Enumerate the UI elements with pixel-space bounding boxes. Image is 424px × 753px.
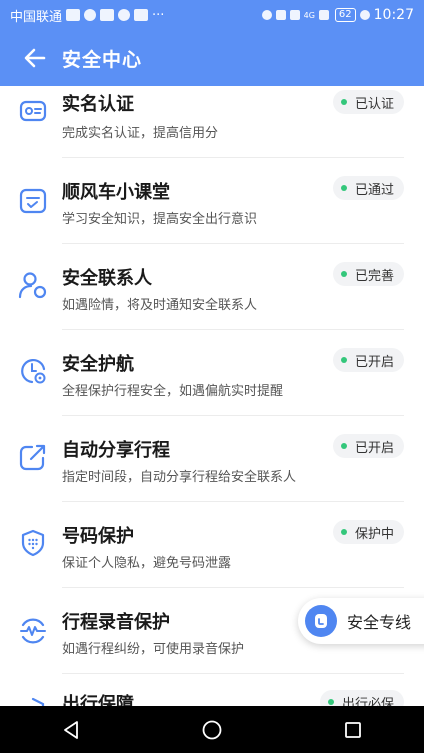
- item-title: 号码保护: [62, 526, 134, 547]
- classroom-icon: [19, 188, 47, 214]
- status-badge: 已通过: [332, 176, 404, 200]
- status-badge: 已开启: [332, 434, 404, 458]
- status-text: 已认证: [354, 96, 394, 112]
- item-title: 自动分享行程: [62, 440, 170, 461]
- contact-icon: [18, 272, 47, 299]
- header: 安全中心: [0, 30, 424, 86]
- location-icon: [261, 10, 272, 20]
- safety-hotline-label: 安全专线: [347, 613, 412, 632]
- item-title: 实名认证: [62, 94, 134, 115]
- status-text: 保护中: [354, 526, 394, 542]
- recording-icon: [20, 618, 46, 644]
- status-text: 已完善: [354, 268, 394, 284]
- item-desc: 学习安全知识，提高安全出行意识: [62, 212, 258, 227]
- battery-level: 62: [334, 8, 356, 22]
- nav-back-icon[interactable]: [60, 719, 82, 741]
- message-icon: [118, 9, 131, 21]
- android-nav-bar: [0, 706, 424, 753]
- app-notification-icon: [84, 9, 97, 21]
- item-desc: 完成实名认证，提高信用分: [62, 126, 219, 141]
- wifi-icon: [289, 10, 300, 20]
- status-text: 已开启: [354, 354, 394, 370]
- status-dot: [340, 99, 347, 105]
- item-desc: 全程保护行程安全，如遇偏航实时提醒: [62, 384, 284, 399]
- status-text: 已通过: [354, 182, 394, 198]
- list-item-auto-share[interactable]: 自动分享行程 指定时间段，自动分享行程给安全联系人 已开启: [0, 416, 424, 502]
- id-card-icon: [19, 100, 47, 122]
- guarantee-icon: [31, 697, 45, 706]
- item-desc: 指定时间段，自动分享行程给安全联系人: [62, 470, 297, 485]
- status-dot: [340, 357, 347, 363]
- status-text: 已开启: [354, 440, 394, 456]
- signal-icon: [318, 10, 329, 20]
- back-arrow-icon[interactable]: [22, 45, 48, 71]
- page-title: 安全中心: [62, 48, 143, 71]
- phone-icon: [305, 605, 337, 637]
- status-text: 出行必保: [341, 696, 394, 707]
- item-desc: 如遇险情，将及时通知安全联系人: [62, 298, 258, 313]
- item-desc: 保证个人隐私，避免号码泄露: [62, 556, 232, 571]
- item-title: 安全联系人: [62, 268, 152, 289]
- list-item-classroom[interactable]: 顺风车小课堂 学习安全知识，提高安全出行意识 已通过: [0, 158, 424, 244]
- status-dot: [340, 443, 347, 449]
- shield-icon: [21, 529, 45, 557]
- escort-icon: [21, 359, 46, 384]
- eye-icon: [275, 10, 286, 20]
- item-title: 顺风车小课堂: [62, 182, 170, 203]
- nav-recents-icon[interactable]: [342, 719, 364, 741]
- network-type: 4G: [303, 10, 315, 20]
- status-badge: 保护中: [332, 520, 404, 544]
- item-title: 出行保障: [62, 694, 134, 706]
- item-title: 安全护航: [62, 354, 134, 375]
- list-item-travel-guarantee[interactable]: 出行保障 出行必保: [0, 674, 424, 706]
- app-notification-icon: [100, 9, 115, 21]
- list-item-number-protection[interactable]: 号码保护 保证个人隐私，避免号码泄露 保护中: [0, 502, 424, 588]
- item-title: 行程录音保护: [62, 612, 170, 633]
- clock: 10:27: [373, 7, 414, 23]
- list-item-emergency-contact[interactable]: 安全联系人 如遇险情，将及时通知安全联系人 已完善: [0, 244, 424, 330]
- safety-hotline-button[interactable]: 安全专线: [298, 598, 424, 644]
- status-badge: 已完善: [332, 262, 404, 286]
- status-dot: [340, 529, 347, 535]
- nav-home-icon[interactable]: [201, 719, 223, 741]
- more-notifications-icon: ···: [152, 7, 165, 23]
- top-bar: 中国联通 ··· 4G 62 10:27 安全中心: [0, 0, 424, 86]
- app-notification-icon: [66, 9, 81, 21]
- list-item-escort[interactable]: 安全护航 全程保护行程安全，如遇偏航实时提醒 已开启: [0, 330, 424, 416]
- app-notification-icon: [134, 9, 149, 21]
- leaf-icon: [359, 10, 370, 20]
- status-dot: [340, 185, 347, 191]
- share-icon: [19, 444, 46, 471]
- status-bar: 中国联通 ··· 4G 62 10:27: [0, 0, 424, 30]
- status-dot: [327, 699, 334, 705]
- carrier-label: 中国联通: [10, 9, 63, 25]
- status-badge: 出行必保: [319, 690, 404, 707]
- list-item-real-name[interactable]: 实名认证 完成实名认证，提高信用分 已认证: [0, 86, 424, 158]
- status-badge: 已认证: [332, 90, 404, 114]
- item-desc: 如遇行程纠纷，可使用录音保护: [62, 642, 245, 657]
- status-badge: 已开启: [332, 348, 404, 372]
- status-dot: [340, 271, 347, 277]
